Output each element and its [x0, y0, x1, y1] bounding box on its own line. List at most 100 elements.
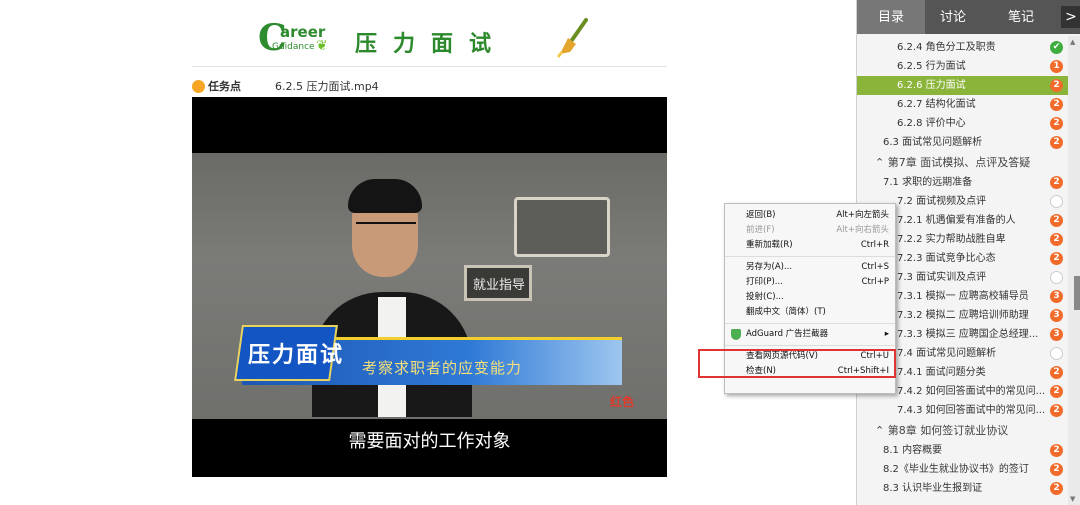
status-badge: 2 — [1050, 482, 1063, 495]
status-badge: 2 — [1050, 176, 1063, 189]
status-badge — [1050, 271, 1063, 284]
status-badge: 2 — [1050, 463, 1063, 476]
lesson-item[interactable]: 8.1 内容概要 2 — [857, 441, 1069, 460]
status-badge: 2 — [1050, 252, 1063, 265]
lesson-title: ⌃ 第8章 如何签订就业协议 — [875, 424, 1009, 437]
paintbrush-icon — [556, 18, 588, 58]
menu-item[interactable]: 另存为(A)... Ctrl+S — [725, 260, 895, 275]
lesson-title: 7.2.1 机遇偏爱有准备的人 — [897, 215, 1016, 226]
menu-item-label: 投射(C)... — [746, 292, 784, 302]
adguard-shield-icon: ✓ — [731, 329, 746, 342]
menu-item-shortcut: Ctrl+P — [861, 277, 889, 287]
status-badge: 1 — [1050, 60, 1063, 73]
lesson-item[interactable]: 6.3 面试常见问题解析 2 — [857, 133, 1069, 152]
sidebar-edge-handle[interactable] — [1074, 276, 1080, 310]
chapter-header[interactable]: ⌃ 第7章 面试模拟、点评及答疑 — [857, 152, 1069, 173]
page: C areer Guidance ❦ 压力面试 任务点 6.2.5 压力面试.m… — [0, 0, 1080, 505]
tab-discussion[interactable]: 讨论 — [925, 0, 981, 34]
sidebar-scrollbar[interactable]: ▲ ▼ — [1068, 36, 1080, 505]
video-player[interactable]: 就业指导 压力面试 考察求职者的应变能力 红色 需要面对的工作对象 — [192, 97, 667, 477]
presenter-hair — [348, 179, 422, 213]
lesson-title: 7.4.2 如何回答面试中的常见问... — [897, 386, 1046, 397]
board-text: 就业指导 — [473, 278, 526, 293]
scroll-down-icon[interactable]: ▼ — [1070, 495, 1075, 503]
lesson-title: 7.1 求职的远期准备 — [883, 177, 973, 188]
menu-item: 前进(F) Alt+向右箭头 — [725, 223, 895, 238]
lower-third-caption: 考察求职者的应变能力 — [362, 359, 523, 377]
lesson-item[interactable]: 6.2.6 压力面试 2 — [857, 76, 1069, 95]
menu-item-shortcut: Ctrl+R — [860, 240, 889, 250]
lesson-title: 8.2《毕业生就业协议书》的签订 — [883, 464, 1029, 475]
lesson-title: 6.3 面试常见问题解析 — [883, 137, 983, 148]
task-point-label: 任务点 — [208, 80, 241, 93]
header-divider — [192, 66, 667, 67]
menu-item[interactable]: 返回(B) Alt+向左箭头 — [725, 208, 895, 223]
status-badge: 2 — [1050, 136, 1063, 149]
task-point-icon — [192, 79, 205, 93]
lesson-title: 7.2 面试视频及点评 — [897, 196, 987, 207]
tab-notes[interactable]: 笔记 — [981, 0, 1061, 34]
logo-guidance-text: Guidance — [272, 42, 315, 52]
lesson-item[interactable]: 6.2.8 评价中心 2 — [857, 114, 1069, 133]
status-badge: 2 — [1050, 79, 1063, 92]
presenter-glasses — [356, 222, 416, 234]
lesson-title: 7.3 面试实训及点评 — [897, 272, 987, 283]
lesson-item[interactable]: 8.3 认识毕业生报到证 2 — [857, 479, 1069, 498]
menu-item-label: 重新加载(R) — [746, 240, 793, 250]
menu-item-label: 返回(B) — [746, 210, 776, 220]
menu-separator — [725, 256, 895, 257]
status-badge: 2 — [1050, 98, 1063, 111]
lesson-item[interactable]: 8.2《毕业生就业协议书》的签订 2 — [857, 460, 1069, 479]
page-title: 压力面试 — [355, 32, 508, 57]
menu-item[interactable]: ✓ AdGuard 广告拦截器 ▸ — [725, 327, 895, 342]
background-board: 就业指导 — [464, 265, 532, 301]
status-badge: 2 — [1050, 233, 1063, 246]
menu-item-label: 翻成中文（简体）(T) — [746, 307, 826, 317]
lesson-item[interactable]: 7.1 求职的远期准备 2 — [857, 173, 1069, 192]
background-shelf — [514, 197, 610, 257]
lesson-title: 6.2.6 压力面试 — [897, 80, 966, 91]
menu-item[interactable]: 打印(P)... Ctrl+P — [725, 275, 895, 290]
menu-item-shortcut: Alt+向左箭头 — [836, 210, 889, 220]
lesson-item[interactable]: 6.2.4 角色分工及职责 ✔ — [857, 38, 1069, 57]
menu-item-label: 打印(P)... — [746, 277, 783, 287]
lesson-title: 6.2.7 结构化面试 — [897, 99, 976, 110]
highlight-box — [698, 349, 896, 378]
lesson-title: 7.3.1 模拟一 应聘高校辅导员 — [897, 291, 1029, 302]
menu-separator — [725, 323, 895, 324]
status-badge: 2 — [1050, 385, 1063, 398]
tv-station-logo: 红色 — [610, 395, 635, 409]
lesson-title: 7.4.1 面试问题分类 — [897, 367, 986, 378]
status-badge: 3 — [1050, 290, 1063, 303]
lesson-item[interactable]: 6.2.5 行为面试 1 — [857, 57, 1069, 76]
lesson-title: 7.2.2 实力帮助战胜自卑 — [897, 234, 1006, 245]
check-icon: ✔ — [1050, 41, 1063, 54]
chapter-header[interactable]: ⌃ 第8章 如何签订就业协议 — [857, 420, 1069, 441]
status-badge: 3 — [1050, 309, 1063, 322]
menu-item[interactable]: 投射(C)... — [725, 290, 895, 305]
menu-item-shortcut: Alt+向右箭头 — [836, 225, 889, 235]
menu-separator — [725, 345, 895, 346]
status-badge: 2 — [1050, 366, 1063, 379]
lesson-title: 7.3.3 模拟三 应聘国企总经理... — [897, 329, 1039, 340]
scroll-up-icon[interactable]: ▲ — [1070, 38, 1075, 46]
menu-item-shortcut: Ctrl+S — [861, 262, 889, 272]
video-file-name: 6.2.5 压力面试.mp4 — [275, 80, 379, 93]
lesson-item[interactable]: 6.2.7 结构化面试 2 — [857, 95, 1069, 114]
status-badge: 2 — [1050, 117, 1063, 130]
status-badge — [1050, 195, 1063, 208]
career-guidance-logo: C areer Guidance ❦ — [258, 20, 338, 58]
chevron-right-icon[interactable]: > — [1061, 6, 1080, 28]
menu-item[interactable]: 翻成中文（简体）(T) — [725, 305, 895, 320]
menu-item[interactable]: 重新加载(R) Ctrl+R — [725, 238, 895, 253]
status-badge — [1050, 347, 1063, 360]
lesson-item[interactable]: 7.4.3 如何回答面试中的常见问... 2 — [857, 401, 1069, 420]
lesson-title: 6.2.5 行为面试 — [897, 61, 966, 72]
tab-catalog[interactable]: 目录 — [857, 0, 925, 34]
lesson-title: 7.2.3 面试竞争比心态 — [897, 253, 996, 264]
sidebar-tabs: 目录 讨论 笔记 > — [857, 0, 1080, 34]
lesson-title: 8.3 认识毕业生报到证 — [883, 483, 983, 494]
status-badge: 2 — [1050, 444, 1063, 457]
menu-item-label: 前进(F) — [746, 225, 775, 235]
lesson-title: 6.2.8 评价中心 — [897, 118, 966, 129]
